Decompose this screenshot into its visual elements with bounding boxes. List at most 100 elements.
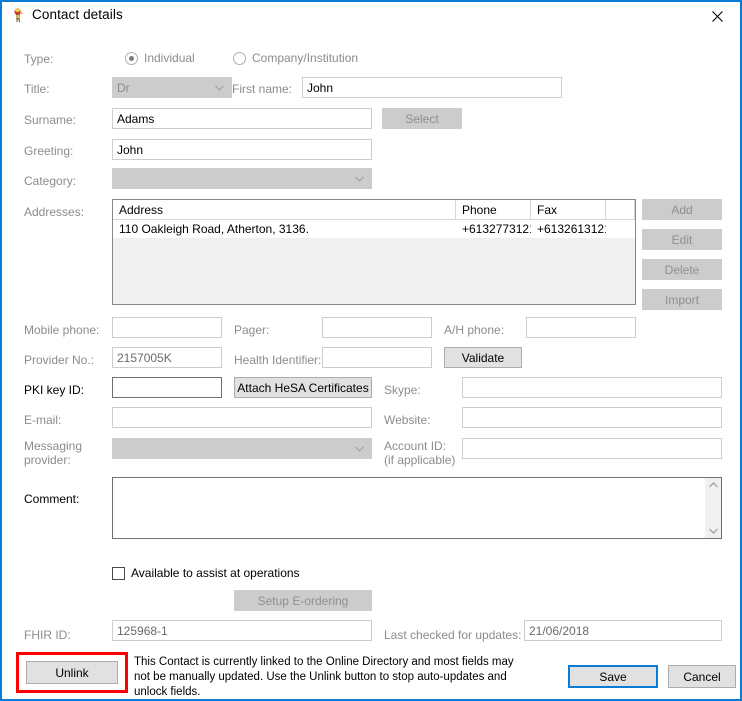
available-to-assist-checkbox[interactable]: Available to assist at operations: [112, 566, 300, 580]
unlink-button[interactable]: Unlink: [26, 661, 118, 684]
add-address-label: Add: [671, 202, 693, 217]
addresses-table[interactable]: Address Phone Fax 110 Oakleigh Road, Ath…: [112, 199, 636, 305]
validate-button-label: Validate: [461, 350, 505, 365]
surname-input[interactable]: Adams: [112, 108, 372, 129]
mobile-phone-input[interactable]: [112, 317, 222, 338]
contact-details-dialog: Contact details Type: Individual Company…: [0, 0, 742, 701]
last-checked-input[interactable]: 21/06/2018: [524, 620, 722, 641]
surname-label: Surname:: [24, 113, 77, 127]
chevron-down-icon: [215, 85, 224, 90]
chevron-up-icon[interactable]: [708, 482, 718, 488]
pki-key-id-input[interactable]: [112, 377, 222, 398]
skype-input[interactable]: [462, 377, 722, 398]
provider-no-label: Provider No.:: [24, 353, 95, 367]
fhir-id-input[interactable]: 125968-1: [112, 620, 372, 641]
select-button[interactable]: Select: [382, 108, 462, 129]
pager-label: Pager:: [234, 323, 270, 337]
edit-address-label: Edit: [671, 232, 693, 247]
health-identifier-label: Health Identifier:: [234, 353, 322, 367]
checkbox-marker: [112, 566, 125, 580]
page-title: Contact details: [32, 7, 123, 22]
fhir-id-value: 125968-1: [117, 623, 168, 638]
add-address-button[interactable]: Add: [642, 199, 722, 220]
messaging-provider-label-line1: Messaging: [24, 439, 83, 453]
category-combobox[interactable]: [112, 168, 372, 189]
select-button-label: Select: [405, 111, 439, 126]
attach-hesa-certificates-button[interactable]: Attach HeSA Certificates: [234, 377, 372, 398]
delete-address-label: Delete: [664, 262, 700, 277]
first-name-input[interactable]: John: [302, 77, 562, 98]
email-input[interactable]: [112, 407, 372, 428]
radio-company-label: Company/Institution: [252, 51, 359, 65]
first-name-label: First name:: [232, 82, 293, 96]
type-label: Type:: [24, 52, 54, 66]
surname-value: Adams: [117, 111, 155, 126]
greeting-value: John: [117, 142, 144, 157]
ah-phone-input[interactable]: [526, 317, 636, 338]
website-input[interactable]: [462, 407, 722, 428]
provider-no-value: 2157005K: [117, 350, 172, 365]
provider-no-input[interactable]: 2157005K: [112, 347, 222, 368]
comment-scrollbar[interactable]: [705, 478, 721, 538]
table-row[interactable]: 110 Oakleigh Road, Atherton, 3136. +6132…: [113, 220, 635, 238]
cancel-button-label: Cancel: [683, 669, 721, 684]
title-bar: Contact details: [2, 2, 740, 30]
messaging-provider-label-line2: provider:: [24, 453, 71, 467]
cell-phone: +61327731212: [462, 222, 531, 236]
chevron-down-icon[interactable]: [708, 528, 718, 534]
column-header-address: Address: [113, 200, 456, 219]
last-checked-value: 21/06/2018: [529, 623, 590, 638]
radio-company[interactable]: Company/Institution: [233, 51, 358, 65]
cell-address: 110 Oakleigh Road, Atherton, 3136.: [119, 222, 309, 236]
health-identifier-input[interactable]: [322, 347, 432, 368]
addresses-table-header: Address Phone Fax: [113, 200, 635, 220]
cancel-button[interactable]: Cancel: [668, 665, 736, 688]
setup-eordering-button[interactable]: Setup E-ordering: [234, 590, 372, 611]
column-header-phone: Phone: [456, 200, 531, 219]
delete-address-button[interactable]: Delete: [642, 259, 722, 280]
chevron-down-icon: [355, 446, 364, 451]
category-label: Category:: [24, 174, 77, 188]
cell-blank: [606, 220, 635, 238]
radio-individual[interactable]: Individual: [125, 51, 195, 65]
skype-label: Skype:: [384, 383, 421, 397]
greeting-input[interactable]: John: [112, 139, 372, 160]
account-id-input[interactable]: [462, 438, 722, 459]
radio-individual-label: Individual: [144, 51, 195, 65]
addresses-label: Addresses:: [24, 205, 85, 219]
edit-address-button[interactable]: Edit: [642, 229, 722, 250]
radio-individual-marker: [125, 51, 138, 65]
last-checked-label: Last checked for updates:: [384, 628, 522, 642]
pager-input[interactable]: [322, 317, 432, 338]
messaging-provider-combobox[interactable]: [112, 438, 372, 459]
title-combobox[interactable]: Dr: [112, 77, 232, 98]
comment-label: Comment:: [24, 492, 80, 506]
unlink-button-label: Unlink: [55, 665, 89, 680]
pki-key-id-label: PKI key ID:: [24, 383, 85, 397]
email-label: E-mail:: [24, 413, 62, 427]
comment-textarea[interactable]: [112, 477, 722, 539]
linked-directory-note: This Contact is currently linked to the …: [134, 656, 514, 698]
cell-fax: +61326131213: [537, 222, 606, 236]
first-name-value: John: [307, 80, 334, 95]
attach-hesa-certificates-label: Attach HeSA Certificates: [237, 380, 369, 395]
greeting-label: Greeting:: [24, 144, 74, 158]
ah-phone-label: A/H phone:: [444, 323, 505, 337]
mobile-phone-label: Mobile phone:: [24, 323, 100, 337]
title-label: Title:: [24, 82, 50, 96]
app-bird-icon: [10, 7, 27, 24]
setup-eordering-label: Setup E-ordering: [257, 593, 349, 608]
chevron-down-icon: [355, 176, 364, 181]
import-address-label: Import: [664, 292, 699, 307]
account-id-label-line1: Account ID:: [384, 439, 447, 453]
available-to-assist-label: Available to assist at operations: [131, 566, 300, 580]
fhir-id-label: FHIR ID:: [24, 628, 71, 642]
import-address-button[interactable]: Import: [642, 289, 722, 310]
save-button[interactable]: Save: [568, 665, 658, 688]
close-icon[interactable]: [695, 2, 740, 30]
column-header-blank: [606, 200, 635, 219]
account-id-label-line2: (if applicable): [384, 453, 456, 467]
website-label: Website:: [384, 413, 431, 427]
validate-button[interactable]: Validate: [444, 347, 522, 368]
radio-company-marker: [233, 51, 246, 65]
